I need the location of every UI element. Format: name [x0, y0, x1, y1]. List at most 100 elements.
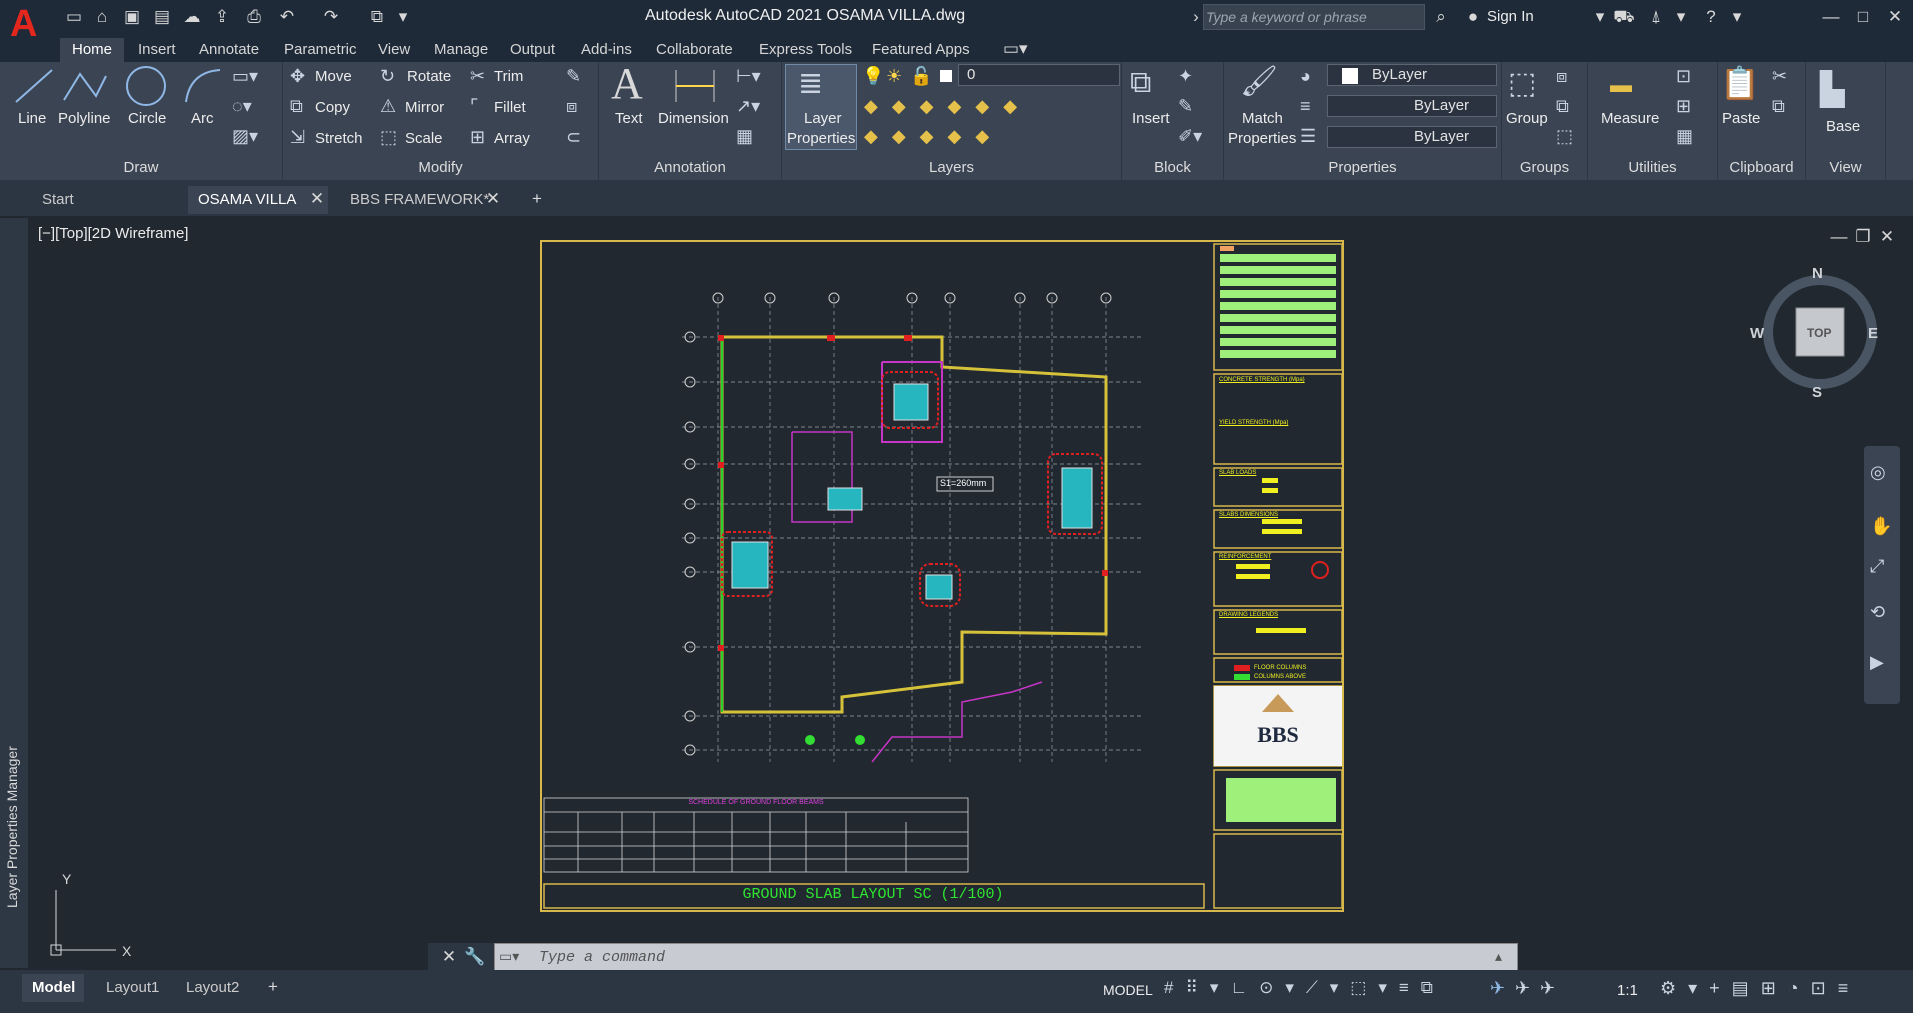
annotation-scale[interactable]: 1:1 [1617, 982, 1638, 999]
hatch-icon[interactable]: ◌▾ [232, 96, 252, 117]
match-properties-label-2[interactable]: Properties [1228, 130, 1296, 147]
layer-dropdown[interactable]: 0 [958, 64, 1120, 86]
array-button[interactable]: Array [494, 130, 530, 147]
redo-icon[interactable]: ↷ [320, 6, 342, 28]
cloud-icon[interactable]: ☁ [181, 6, 203, 28]
measure-icon[interactable]: ▬ [1610, 72, 1632, 98]
block-panel-title[interactable]: Block [1122, 159, 1223, 176]
mirror-button[interactable]: Mirror [405, 99, 444, 116]
chevron-down-icon[interactable]: ▾ [1726, 6, 1748, 28]
group-edit-icon[interactable]: ⧉ [1556, 96, 1569, 117]
save-as-icon[interactable]: ▤ [151, 6, 173, 28]
tab-manage[interactable]: Manage [422, 38, 500, 62]
linetype-icon[interactable]: ≡ [1300, 96, 1311, 117]
workspace-icon[interactable]: ⧉ [366, 6, 388, 28]
autodesk-a360-icon[interactable]: ⍋ [1645, 6, 1667, 28]
lineweight-icon[interactable]: ☰ [1300, 126, 1316, 147]
copy-icon[interactable]: ⧉ [290, 96, 303, 117]
chevron-down-icon[interactable]: ▾ [1589, 6, 1611, 28]
arc-button[interactable]: Arc [191, 110, 214, 127]
layer-tools-row-2[interactable]: ◆◆◆◆◆ [864, 126, 1114, 147]
dimension-icon[interactable] [672, 64, 718, 106]
match-properties-icon[interactable]: 🖌 [1240, 64, 1278, 99]
new-icon[interactable]: ▭ [63, 6, 85, 28]
ribbon-toggle-icon[interactable]: ▭▾ [1003, 38, 1028, 60]
array-icon[interactable]: ⊞ [470, 127, 485, 148]
polyline-icon[interactable] [60, 64, 110, 108]
scale-icon[interactable]: ⬚ [380, 127, 397, 148]
group-icon[interactable]: ⬚ [1508, 66, 1536, 101]
tab-annotate[interactable]: Annotate [187, 38, 271, 62]
close-icon[interactable]: ✕ [1884, 6, 1906, 28]
customize-icon[interactable]: 🔧 [464, 946, 486, 968]
sign-in-button[interactable]: Sign In [1487, 8, 1534, 25]
new-tab-icon[interactable]: + [526, 188, 548, 210]
maximize-icon[interactable]: □ [1852, 6, 1874, 28]
viewcube-north[interactable]: N [1812, 265, 1823, 282]
lineweight-dropdown[interactable]: ByLayer [1327, 126, 1497, 148]
tab-start[interactable]: Start [32, 186, 182, 214]
add-layout-icon[interactable]: + [262, 976, 284, 998]
view-panel-title[interactable]: View [1806, 159, 1885, 176]
save-icon[interactable]: ▣ [121, 6, 143, 28]
circle-button[interactable]: Circle [128, 110, 166, 127]
pan-icon[interactable]: ✋ [1870, 516, 1892, 537]
dimension-button[interactable]: Dimension [658, 110, 729, 127]
search-input[interactable]: Type a keyword or phrase [1203, 4, 1425, 30]
close-tab-icon[interactable]: ✕ [482, 188, 504, 210]
user-icon[interactable]: ● [1462, 6, 1484, 28]
properties-panel-title[interactable]: Properties [1224, 159, 1501, 176]
chevron-down-icon[interactable]: ▾ [392, 6, 414, 28]
group-button[interactable]: Group [1506, 110, 1548, 127]
tab-insert[interactable]: Insert [126, 38, 188, 62]
stretch-button[interactable]: Stretch [315, 130, 363, 147]
viewcube-south[interactable]: S [1812, 384, 1822, 401]
close-tab-icon[interactable]: ✕ [306, 188, 328, 210]
measure-button[interactable]: Measure [1601, 110, 1659, 127]
table-icon[interactable]: ▦ [736, 126, 753, 147]
annotation-autoscale-icon[interactable]: ✈ [1515, 978, 1530, 999]
fillet-icon[interactable]: ⌜ [470, 96, 478, 117]
viewport-close-icon[interactable]: ✕ [1876, 226, 1898, 248]
close-command-icon[interactable]: ✕ [438, 946, 460, 968]
viewcube-top-face[interactable]: TOP [1807, 326, 1831, 340]
create-block-icon[interactable]: ✦ [1178, 66, 1193, 87]
viewport-controls[interactable]: [−][Top][2D Wireframe] [38, 225, 188, 242]
annotation-visibility-icon[interactable]: ✈ [1490, 978, 1505, 999]
help-icon[interactable]: ? [1700, 6, 1722, 28]
annotation-scale-icon[interactable]: ✈ [1540, 978, 1555, 999]
tab-output[interactable]: Output [498, 38, 567, 62]
offset-icon[interactable]: ⊂ [566, 127, 581, 148]
polyline-button[interactable]: Polyline [58, 110, 111, 127]
share-icon[interactable]: ⇪ [211, 6, 233, 28]
drafting-aids-icons[interactable]: #⠿▾∟⊙▾⟋▾⬚▾≡⧉ [1164, 978, 1484, 998]
trim-button[interactable]: Trim [494, 68, 523, 85]
calculator-icon[interactable]: ▦ [1676, 126, 1693, 147]
search-icon[interactable]: ⌕ [1430, 6, 1452, 28]
color-wheel-icon[interactable]: ◕ [1300, 66, 1311, 87]
layers-panel-title[interactable]: Layers [782, 159, 1121, 176]
undo-icon[interactable]: ↶ [276, 6, 298, 28]
viewport-restore-icon[interactable]: ❐ [1852, 226, 1874, 248]
layer-freeze-icon[interactable]: ☀ [886, 66, 902, 87]
move-icon[interactable]: ✥ [290, 66, 305, 87]
arc-icon[interactable] [180, 64, 224, 108]
status-tools-icons[interactable]: ⚙▾+▤⊞◔⊡≡ [1660, 978, 1900, 999]
linetype-dropdown[interactable]: ByLayer [1327, 95, 1497, 117]
circle-icon[interactable] [124, 64, 168, 108]
modify-panel-title[interactable]: Modify [283, 159, 598, 176]
chevron-down-icon[interactable]: ▾ [1670, 6, 1692, 28]
tab-collaborate[interactable]: Collaborate [644, 38, 745, 62]
zoom-extents-icon[interactable]: ⤢ [1870, 556, 1884, 577]
command-history-icon[interactable]: ▭▾ [499, 948, 519, 965]
command-input[interactable]: ▭▾ Type a command ▴ [494, 943, 1518, 971]
line-button[interactable]: Line [18, 110, 46, 127]
base-button[interactable]: Base [1826, 118, 1860, 135]
groups-panel-title[interactable]: Groups [1502, 159, 1587, 176]
layer-tools-row-1[interactable]: ◆◆◆◆◆◆ [864, 96, 1114, 117]
select-all-icon[interactable]: ⊞ [1676, 96, 1691, 117]
tab-model[interactable]: Model [22, 974, 84, 1002]
edit-block-icon[interactable]: ✎ [1178, 96, 1193, 117]
tab-layout1[interactable]: Layout1 [96, 974, 168, 1002]
tab-featured-apps[interactable]: Featured Apps [860, 38, 982, 62]
